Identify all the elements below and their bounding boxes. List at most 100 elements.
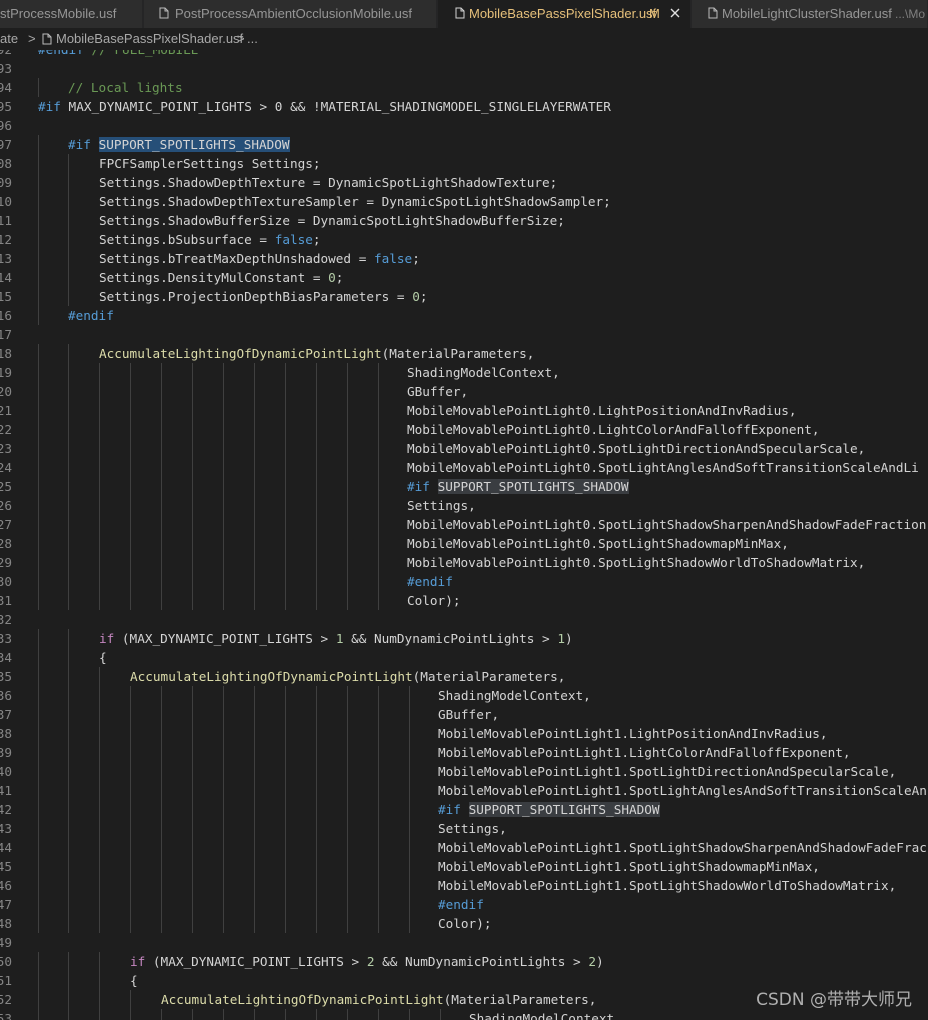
code-line[interactable]: 53 ShadingModelContext, — [0, 1009, 928, 1020]
code-line[interactable]: 95 #if MAX_DYNAMIC_POINT_LIGHTS > 0 && !M… — [0, 97, 928, 116]
indent-guide — [316, 439, 317, 458]
line-number: 11 — [0, 213, 12, 228]
indent-guide — [99, 458, 100, 477]
code-line[interactable]: 18 AccumulateLightingOfDynamicPointLight(… — [0, 344, 928, 363]
code-line[interactable]: 93 — [0, 59, 928, 78]
code-line[interactable]: 38 MobileMovablePointLight1.LightPosition… — [0, 724, 928, 743]
code-line[interactable]: 17 — [0, 325, 928, 344]
line-number: 23 — [0, 441, 12, 456]
code-line[interactable]: 36 ShadingModelContext, — [0, 686, 928, 705]
indent-guide — [68, 895, 69, 914]
code-line[interactable]: 25 #if SUPPORT_SPOTLIGHTS_SHADOW — [0, 477, 928, 496]
code-line[interactable]: 33 if (MAX_DYNAMIC_POINT_LIGHTS > 1 && Nu… — [0, 629, 928, 648]
indent-guide — [68, 914, 69, 933]
indent-guide — [285, 895, 286, 914]
code-line[interactable]: 15 Settings.ProjectionDepthBiasParameters… — [0, 287, 928, 306]
indent-guide — [347, 857, 348, 876]
code-line[interactable]: 97 #if SUPPORT_SPOTLIGHTS_SHADOW — [0, 135, 928, 154]
code-line[interactable]: 49 — [0, 933, 928, 952]
code-line[interactable]: 43 Settings, — [0, 819, 928, 838]
code-text: AccumulateLightingOfDynamicPointLight(Ma… — [130, 669, 566, 684]
code-line[interactable]: 48 Color); — [0, 914, 928, 933]
indent-guide — [316, 819, 317, 838]
line-number: 38 — [0, 726, 12, 741]
code-line[interactable]: 46 MobileMovablePointLight1.SpotLightShad… — [0, 876, 928, 895]
code-line[interactable]: 39 MobileMovablePointLight1.LightColorAnd… — [0, 743, 928, 762]
code-line[interactable]: 44 MobileMovablePointLight1.SpotLightShad… — [0, 838, 928, 857]
code-line[interactable]: 96 — [0, 116, 928, 135]
breadcrumb-item[interactable]: ... — [247, 28, 258, 50]
code-line[interactable]: 47 #endif — [0, 895, 928, 914]
line-number: 32 — [0, 612, 12, 627]
indent-guide — [38, 629, 39, 648]
indent-guide — [316, 743, 317, 762]
code-text: MobileMovablePointLight0.SpotLightShadow… — [407, 517, 927, 532]
indent-guide — [316, 515, 317, 534]
indent-guide — [99, 1009, 100, 1020]
tab-mobile-basepass-pixel-shader[interactable]: MobileBasePassPixelShader.usf M — [438, 0, 691, 28]
code-line[interactable]: 10 Settings.ShadowDepthTextureSampler = D… — [0, 192, 928, 211]
code-line[interactable]: 34 { — [0, 648, 928, 667]
indent-guide — [38, 667, 39, 686]
code-line[interactable]: 11 Settings.ShadowBufferSize = DynamicSpo… — [0, 211, 928, 230]
breadcrumb-item[interactable]: MobileBasePassPixelShader.usf — [56, 28, 243, 50]
tab-postprocess-mobile[interactable]: stProcessMobile.usf — [0, 0, 143, 28]
indent-guide — [68, 743, 69, 762]
code-line[interactable]: 30 #endif — [0, 572, 928, 591]
code-line[interactable]: 35 AccumulateLightingOfDynamicPointLight(… — [0, 667, 928, 686]
code-line[interactable]: 26 Settings, — [0, 496, 928, 515]
code-line[interactable]: 12 Settings.bSubsurface = false; — [0, 230, 928, 249]
code-line[interactable]: 19 ShadingModelContext, — [0, 363, 928, 382]
code-line[interactable]: 40 MobileMovablePointLight1.SpotLightDire… — [0, 762, 928, 781]
code-line[interactable]: 24 MobileMovablePointLight0.SpotLightAngl… — [0, 458, 928, 477]
code-line[interactable]: 37 GBuffer, — [0, 705, 928, 724]
indent-guide — [378, 762, 379, 781]
code-line[interactable]: 23 MobileMovablePointLight0.SpotLightDire… — [0, 439, 928, 458]
indent-guide — [285, 591, 286, 610]
code-line[interactable]: 27 MobileMovablePointLight0.SpotLightShad… — [0, 515, 928, 534]
indent-guide — [316, 553, 317, 572]
indent-guide — [347, 553, 348, 572]
code-line[interactable]: 16 #endif — [0, 306, 928, 325]
tab-mobile-light-cluster-shader[interactable]: MobileLightClusterShader.usf ...\Mo — [692, 0, 928, 28]
indent-guide — [223, 534, 224, 553]
indent-guide — [68, 971, 69, 990]
close-icon[interactable] — [668, 6, 682, 20]
code-line[interactable]: 08 FPCFSamplerSettings Settings; — [0, 154, 928, 173]
indent-guide — [254, 1009, 255, 1020]
code-line[interactable]: 28 MobileMovablePointLight0.SpotLightShad… — [0, 534, 928, 553]
indent-guide — [285, 496, 286, 515]
code-text: Color); — [407, 593, 461, 608]
code-line[interactable]: 22 MobileMovablePointLight0.LightColorAnd… — [0, 420, 928, 439]
indent-guide — [161, 477, 162, 496]
code-text: Settings.ShadowBufferSize = DynamicSpotL… — [99, 213, 565, 228]
line-number: 45 — [0, 859, 12, 874]
indent-guide — [161, 914, 162, 933]
indent-guide — [285, 420, 286, 439]
indent-guide — [38, 477, 39, 496]
code-editor[interactable]: 92 #endif // FULL_MOBILE 93 94 // Local ligh… — [0, 50, 928, 1020]
code-line[interactable]: 29 MobileMovablePointLight0.SpotLightShad… — [0, 553, 928, 572]
tab-postprocess-ao-mobile[interactable]: PostProcessAmbientOcclusionMobile.usf — [144, 0, 437, 28]
code-line[interactable]: 45 MobileMovablePointLight1.SpotLightShad… — [0, 857, 928, 876]
indent-guide — [161, 515, 162, 534]
code-text: MobileMovablePointLight0.LightPositionAn… — [407, 403, 797, 418]
indent-guide — [316, 572, 317, 591]
code-line[interactable]: 94 // Local lights — [0, 78, 928, 97]
breadcrumb-item[interactable]: ate — [0, 28, 18, 50]
code-line[interactable]: 32 — [0, 610, 928, 629]
code-line[interactable]: 31 Color); — [0, 591, 928, 610]
code-line[interactable]: 50 if (MAX_DYNAMIC_POINT_LIGHTS > 2 && Nu… — [0, 952, 928, 971]
code-line[interactable]: 13 Settings.bTreatMaxDepthUnshadowed = fa… — [0, 249, 928, 268]
code-line[interactable]: 20 GBuffer, — [0, 382, 928, 401]
code-line[interactable]: 14 Settings.DensityMulConstant = 0; — [0, 268, 928, 287]
indent-guide — [254, 857, 255, 876]
code-line[interactable]: 09 Settings.ShadowDepthTexture = DynamicS… — [0, 173, 928, 192]
indent-guide — [223, 876, 224, 895]
code-line[interactable]: 42 #if SUPPORT_SPOTLIGHTS_SHADOW — [0, 800, 928, 819]
code-line[interactable]: 41 MobileMovablePointLight1.SpotLightAngl… — [0, 781, 928, 800]
code-line[interactable]: 21 MobileMovablePointLight0.LightPosition… — [0, 401, 928, 420]
code-line[interactable]: 92 #endif // FULL_MOBILE — [0, 50, 928, 59]
line-number: 52 — [0, 992, 12, 1007]
indent-guide — [99, 667, 100, 686]
